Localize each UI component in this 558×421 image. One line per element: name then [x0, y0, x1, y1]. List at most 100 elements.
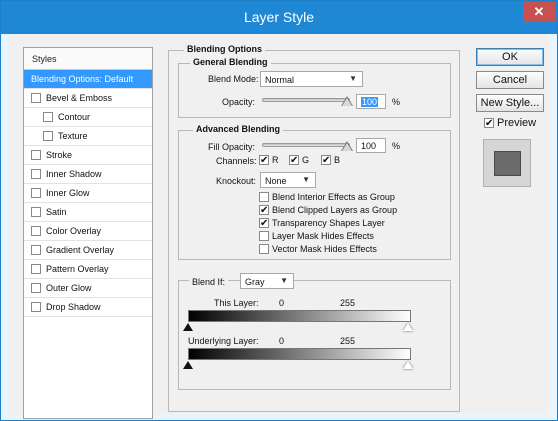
channel-label: R: [272, 155, 279, 165]
chevron-down-icon: ▼: [349, 74, 357, 83]
style-checkbox[interactable]: [31, 283, 41, 293]
underlying-layer-black-slider[interactable]: [183, 361, 193, 369]
style-checkbox[interactable]: [31, 150, 41, 160]
style-item[interactable]: Stroke: [24, 146, 152, 165]
advanced-option-checkbox[interactable]: Layer Mask Hides Effects: [259, 231, 374, 241]
checkbox-icon[interactable]: [259, 155, 269, 165]
advanced-blending-title: Advanced Blending: [193, 124, 284, 134]
fill-opacity-unit: %: [392, 141, 401, 151]
option-label: Blend Interior Effects as Group: [272, 192, 395, 202]
blend-if-value: Gray: [245, 277, 265, 287]
style-item[interactable]: Blending Options: Default: [24, 70, 152, 89]
blend-if-label: Blend If:: [189, 277, 229, 287]
channel-checkbox[interactable]: R: [259, 155, 279, 165]
ok-button[interactable]: OK: [476, 48, 544, 66]
window-title: Layer Style: [243, 9, 315, 25]
knockout-value: None: [265, 176, 287, 186]
blend-mode-value: Normal: [265, 75, 295, 85]
channel-label: G: [302, 155, 310, 165]
style-item-label: Satin: [46, 207, 67, 217]
checkbox-icon[interactable]: [321, 155, 331, 165]
underlying-layer-min: 0: [279, 336, 285, 346]
fill-opacity-slider[interactable]: [262, 143, 350, 147]
advanced-option-checkbox[interactable]: Blend Clipped Layers as Group: [259, 205, 397, 215]
style-item[interactable]: Contour: [24, 108, 152, 127]
fill-opacity-label: Fill Opacity:: [208, 142, 256, 152]
opacity-unit: %: [392, 97, 401, 107]
option-label: Vector Mask Hides Effects: [272, 244, 377, 254]
close-button[interactable]: ✕: [523, 2, 555, 22]
this-layer-max: 255: [340, 298, 356, 308]
channels-label: Channels:: [216, 156, 257, 166]
styles-header[interactable]: Styles: [24, 48, 152, 70]
style-item-label: Inner Shadow: [46, 169, 102, 179]
style-item[interactable]: Satin: [24, 203, 152, 222]
style-item[interactable]: Texture: [24, 127, 152, 146]
checkbox-icon[interactable]: [259, 244, 269, 254]
channel-checkbox[interactable]: B: [321, 155, 340, 165]
blend-mode-label: Blend Mode:: [208, 74, 259, 84]
style-checkbox[interactable]: [43, 112, 53, 122]
style-item-label: Color Overlay: [46, 226, 102, 236]
checkbox-icon[interactable]: [259, 192, 269, 202]
underlying-layer-white-slider[interactable]: [403, 361, 413, 369]
blend-mode-select[interactable]: Normal ▼: [260, 71, 363, 87]
opacity-input[interactable]: 100: [356, 94, 386, 109]
checkbox-icon[interactable]: [259, 231, 269, 241]
advanced-option-checkbox[interactable]: Transparency Shapes Layer: [259, 218, 385, 228]
style-checkbox[interactable]: [43, 131, 53, 141]
title-bar[interactable]: Layer Style ✕: [1, 1, 557, 34]
option-label: Layer Mask Hides Effects: [272, 231, 374, 241]
this-layer-white-slider[interactable]: [403, 323, 413, 331]
style-item[interactable]: Drop Shadow: [24, 298, 152, 317]
checkbox-icon[interactable]: [259, 218, 269, 228]
style-item-label: Pattern Overlay: [46, 264, 109, 274]
style-item[interactable]: Inner Shadow: [24, 165, 152, 184]
channel-label: B: [334, 155, 341, 165]
fill-opacity-input[interactable]: 100: [356, 138, 386, 153]
style-item[interactable]: Inner Glow: [24, 184, 152, 203]
chevron-down-icon: ▼: [280, 276, 288, 285]
this-layer-black-slider[interactable]: [183, 323, 193, 331]
style-checkbox[interactable]: [31, 188, 41, 198]
style-item[interactable]: Bevel & Emboss: [24, 89, 152, 108]
advanced-option-checkbox[interactable]: Blend Interior Effects as Group: [259, 192, 395, 202]
style-item-label: Outer Glow: [46, 283, 92, 293]
style-checkbox[interactable]: [31, 245, 41, 255]
style-checkbox[interactable]: [31, 93, 41, 103]
underlying-layer-label: Underlying Layer:: [188, 336, 259, 346]
style-item-label: Texture: [58, 131, 88, 141]
opacity-slider[interactable]: [262, 98, 350, 102]
styles-list: Styles Blending Options: Default Bevel & …: [23, 47, 153, 419]
style-checkbox[interactable]: [31, 302, 41, 312]
underlying-layer-gradient: [188, 348, 411, 360]
channel-checkbox[interactable]: G: [289, 155, 309, 165]
style-item-label: Drop Shadow: [46, 302, 101, 312]
layer-style-dialog: Layer Style ✕ Styles Blending Options: D…: [0, 0, 558, 421]
checkbox-icon[interactable]: [289, 155, 299, 165]
style-item-label: Blending Options: Default: [31, 74, 134, 84]
style-item-label: Stroke: [46, 150, 73, 160]
style-item[interactable]: Pattern Overlay: [24, 260, 152, 279]
style-checkbox[interactable]: [31, 226, 41, 236]
knockout-select[interactable]: None ▼: [260, 172, 316, 188]
option-label: Transparency Shapes Layer: [272, 218, 385, 228]
new-style-button[interactable]: New Style...: [476, 94, 544, 112]
style-item-label: Inner Glow: [46, 188, 90, 198]
advanced-option-checkbox[interactable]: Vector Mask Hides Effects: [259, 244, 377, 254]
preview-check-icon[interactable]: [484, 118, 494, 128]
opacity-slider-thumb[interactable]: [342, 98, 352, 106]
style-checkbox[interactable]: [31, 207, 41, 217]
style-item[interactable]: Gradient Overlay: [24, 241, 152, 260]
opacity-label: Opacity:: [222, 97, 256, 107]
style-checkbox[interactable]: [31, 264, 41, 274]
style-item[interactable]: Color Overlay: [24, 222, 152, 241]
option-label: Blend Clipped Layers as Group: [272, 205, 398, 215]
cancel-button[interactable]: Cancel: [476, 71, 544, 89]
checkbox-icon[interactable]: [259, 205, 269, 215]
preview-checkbox[interactable]: Preview: [484, 117, 536, 129]
fill-opacity-slider-thumb[interactable]: [342, 143, 352, 151]
style-item[interactable]: Outer Glow: [24, 279, 152, 298]
blend-if-select[interactable]: Gray ▼: [240, 273, 294, 289]
style-checkbox[interactable]: [31, 169, 41, 179]
